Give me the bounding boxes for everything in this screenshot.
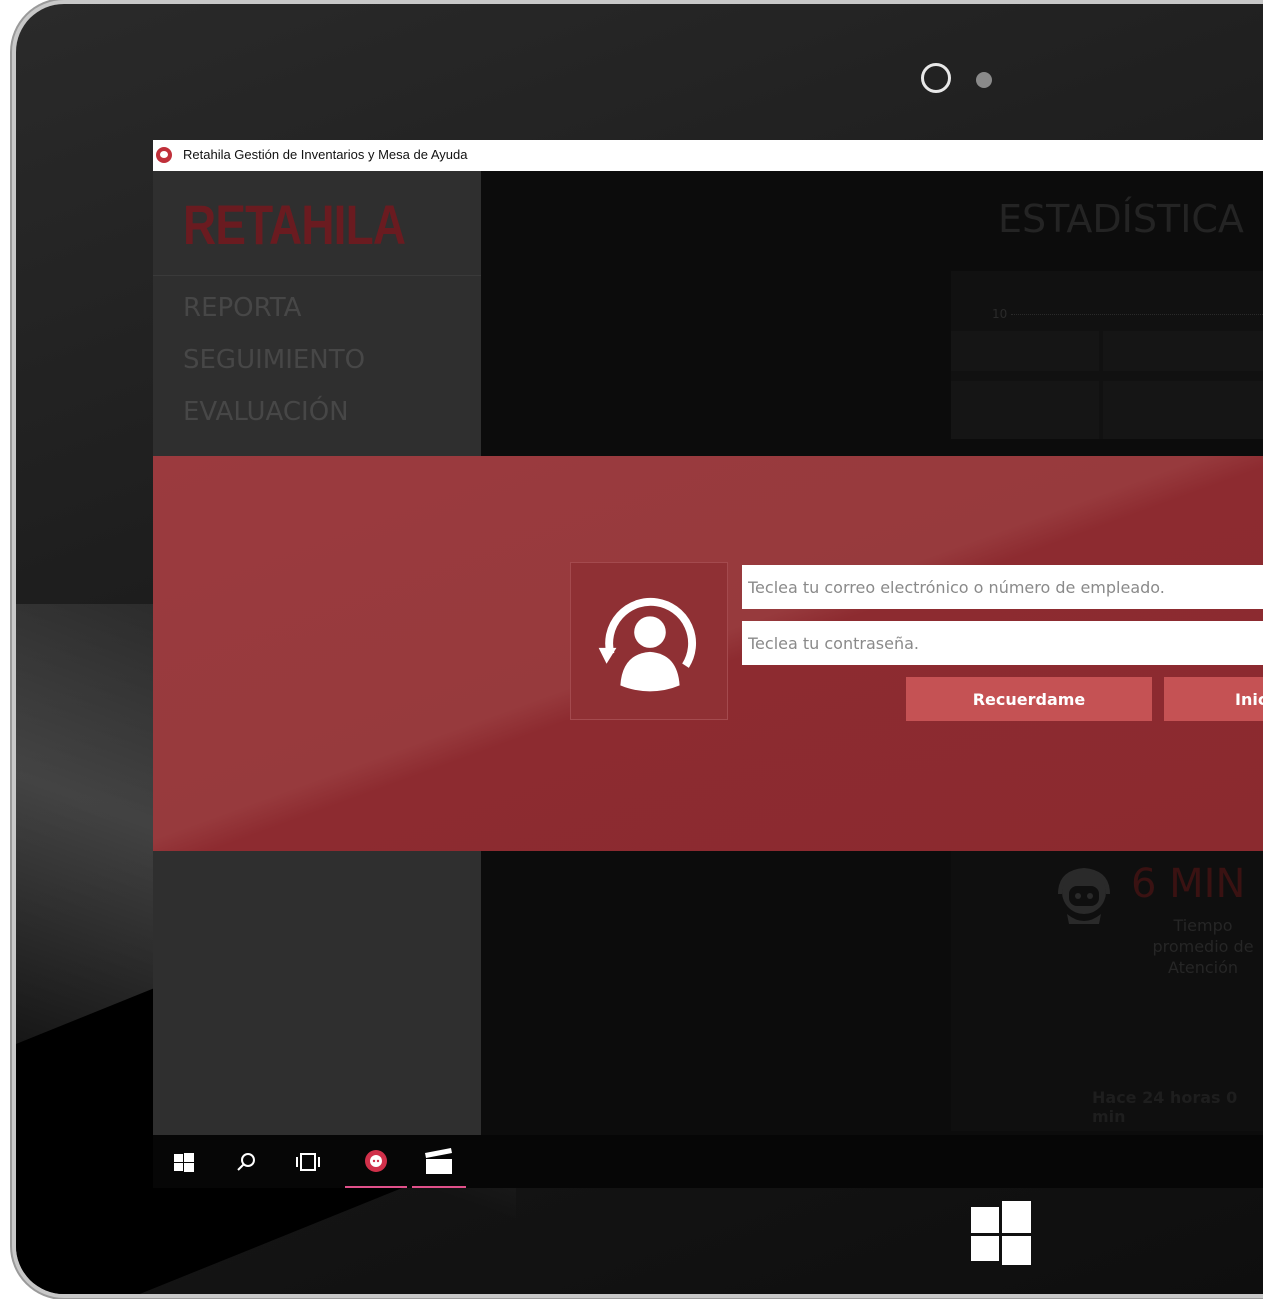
taskbar-retahila-app[interactable] [345, 1135, 407, 1188]
sidebar-item-evaluacion[interactable]: EVALUACIÓN [183, 397, 349, 427]
windows-button-icon[interactable] [971, 1201, 1031, 1265]
password-field[interactable] [742, 621, 1263, 665]
sensor-icon [976, 72, 992, 88]
sidebar-item-reporta[interactable]: REPORTA [183, 293, 301, 323]
email-field[interactable] [742, 565, 1263, 609]
taskbar [153, 1135, 1263, 1188]
remember-button[interactable]: Recuerdame [906, 677, 1152, 721]
stat-label: Tiempo promedio de Atención [1152, 916, 1254, 977]
window-title: Retahila Gestión de Inventarios y Mesa d… [183, 147, 468, 162]
sidebar-divider [153, 275, 481, 276]
app-logo-icon [156, 147, 172, 163]
camera-icon [921, 63, 951, 93]
task-view-icon [296, 1152, 320, 1171]
chart-bar [951, 331, 1099, 371]
stat-value: 6 MIN [1131, 861, 1246, 907]
chart-bar [951, 381, 1099, 439]
login-banner: Recuerdame Inic [153, 456, 1263, 851]
screen: Retahila Gestión de Inventarios y Mesa d… [153, 140, 1263, 1188]
chart-bar [1103, 331, 1263, 371]
chart-gridline [1011, 314, 1263, 315]
brand-logo: RETAHILA [183, 193, 406, 256]
stat-timestamp: Hace 24 horas 0 min [1092, 1088, 1238, 1126]
login-button[interactable]: Inic [1164, 677, 1263, 721]
chart-bar [1103, 381, 1263, 439]
user-sync-icon [598, 597, 696, 692]
window-titlebar: Retahila Gestión de Inventarios y Mesa d… [153, 140, 1263, 172]
retahila-app-icon [365, 1149, 387, 1172]
clapperboard-icon [425, 1147, 452, 1174]
chart-tick-label: 10 [992, 307, 1008, 321]
page-title: ESTADÍSTICA [998, 197, 1244, 241]
sidebar-item-seguimiento[interactable]: SEGUIMIENTO [183, 345, 365, 375]
search-button[interactable] [215, 1135, 277, 1188]
user-avatar-box [570, 562, 728, 720]
search-icon [237, 1152, 255, 1171]
start-icon [174, 1152, 194, 1172]
task-view-button[interactable] [277, 1135, 339, 1188]
taskbar-movies-app[interactable] [412, 1135, 466, 1188]
start-button[interactable] [153, 1135, 215, 1188]
support-agent-icon [1058, 867, 1110, 924]
